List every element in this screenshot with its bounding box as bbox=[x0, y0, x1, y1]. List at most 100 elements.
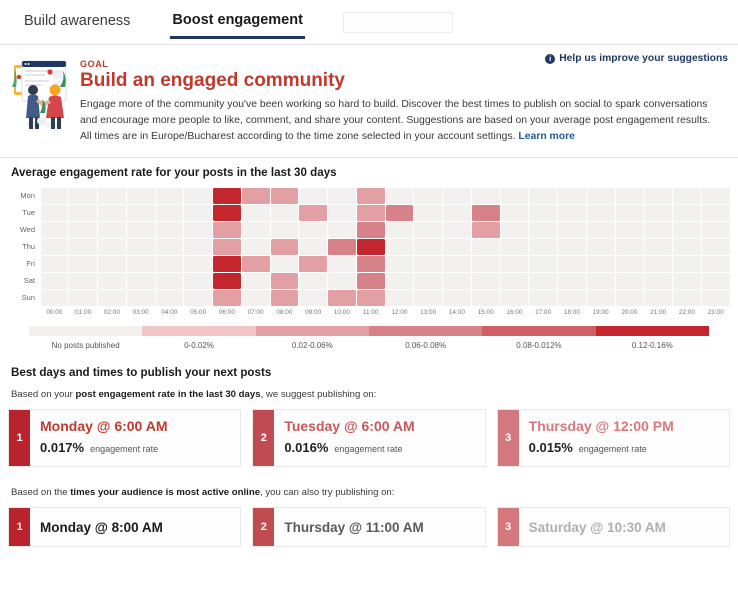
heatmap-cell[interactable] bbox=[586, 221, 615, 238]
heatmap-cell[interactable] bbox=[701, 187, 730, 204]
tab-boost-engagement[interactable]: Boost engagement bbox=[170, 6, 305, 39]
heatmap-cell[interactable] bbox=[558, 255, 586, 272]
heatmap-cell[interactable] bbox=[443, 255, 471, 272]
heatmap-cell[interactable] bbox=[385, 289, 414, 306]
heatmap-cell[interactable] bbox=[414, 272, 442, 289]
heatmap-cell[interactable] bbox=[586, 272, 615, 289]
heatmap-cell[interactable] bbox=[155, 255, 184, 272]
heatmap-cell[interactable] bbox=[500, 272, 529, 289]
heatmap-cell[interactable] bbox=[40, 204, 69, 221]
heatmap-cell[interactable] bbox=[615, 289, 644, 306]
heatmap-cell[interactable] bbox=[443, 204, 471, 221]
heatmap-cell[interactable] bbox=[299, 187, 327, 204]
heatmap-cell[interactable] bbox=[40, 289, 69, 306]
heatmap-cell[interactable] bbox=[529, 187, 557, 204]
heatmap-cell[interactable] bbox=[98, 187, 126, 204]
heatmap-cell[interactable] bbox=[500, 255, 529, 272]
heatmap-cell[interactable] bbox=[241, 204, 270, 221]
heatmap-cell[interactable] bbox=[385, 272, 414, 289]
heatmap-cell[interactable] bbox=[328, 238, 356, 255]
heatmap-cell[interactable] bbox=[98, 255, 126, 272]
heatmap-cell[interactable] bbox=[270, 204, 299, 221]
heatmap-cell[interactable] bbox=[558, 204, 586, 221]
heatmap-cell[interactable] bbox=[644, 238, 672, 255]
heatmap-cell[interactable] bbox=[98, 221, 126, 238]
heatmap-cell[interactable] bbox=[356, 289, 385, 306]
heatmap-cell[interactable] bbox=[644, 221, 672, 238]
heatmap-cell[interactable] bbox=[299, 238, 327, 255]
heatmap-cell[interactable] bbox=[701, 204, 730, 221]
heatmap-cell[interactable] bbox=[299, 289, 327, 306]
heatmap-cell[interactable] bbox=[69, 187, 97, 204]
heatmap-cell[interactable] bbox=[98, 238, 126, 255]
learn-more-link[interactable]: Learn more bbox=[518, 131, 575, 142]
heatmap-cell[interactable] bbox=[213, 221, 241, 238]
tab-placeholder[interactable] bbox=[342, 11, 453, 33]
heatmap-cell[interactable] bbox=[529, 221, 557, 238]
heatmap-cell[interactable] bbox=[443, 272, 471, 289]
heatmap-cell[interactable] bbox=[529, 289, 557, 306]
heatmap-cell[interactable] bbox=[213, 255, 241, 272]
heatmap-cell[interactable] bbox=[184, 221, 212, 238]
heatmap-cell[interactable] bbox=[673, 187, 701, 204]
heatmap-cell[interactable] bbox=[414, 238, 442, 255]
heatmap-cell[interactable] bbox=[644, 204, 672, 221]
heatmap-cell[interactable] bbox=[299, 272, 327, 289]
heatmap-cell[interactable] bbox=[40, 272, 69, 289]
heatmap-cell[interactable] bbox=[270, 221, 299, 238]
heatmap-cell[interactable] bbox=[356, 272, 385, 289]
heatmap-cell[interactable] bbox=[701, 238, 730, 255]
heatmap-cell[interactable] bbox=[529, 272, 557, 289]
heatmap-cell[interactable] bbox=[270, 272, 299, 289]
heatmap-cell[interactable] bbox=[299, 255, 327, 272]
heatmap-cell[interactable] bbox=[701, 255, 730, 272]
heatmap-cell[interactable] bbox=[471, 238, 500, 255]
heatmap-cell[interactable] bbox=[615, 255, 644, 272]
heatmap-cell[interactable] bbox=[40, 187, 69, 204]
tab-build-awareness[interactable]: Build awareness bbox=[22, 7, 132, 37]
heatmap-cell[interactable] bbox=[558, 187, 586, 204]
heatmap-cell[interactable] bbox=[40, 255, 69, 272]
heatmap-cell[interactable] bbox=[69, 238, 97, 255]
suggestion-card[interactable]: 1 Monday @ 8:00 AM bbox=[8, 507, 242, 548]
heatmap-cell[interactable] bbox=[213, 204, 241, 221]
heatmap-cell[interactable] bbox=[126, 272, 155, 289]
heatmap-cell[interactable] bbox=[615, 272, 644, 289]
heatmap-cell[interactable] bbox=[270, 289, 299, 306]
heatmap-cell[interactable] bbox=[98, 289, 126, 306]
heatmap-cell[interactable] bbox=[184, 187, 212, 204]
heatmap-cell[interactable] bbox=[241, 272, 270, 289]
heatmap-cell[interactable] bbox=[644, 187, 672, 204]
heatmap-cell[interactable] bbox=[558, 272, 586, 289]
heatmap-cell[interactable] bbox=[414, 204, 442, 221]
heatmap-cell[interactable] bbox=[155, 204, 184, 221]
heatmap-cell[interactable] bbox=[126, 238, 155, 255]
heatmap-cell[interactable] bbox=[558, 238, 586, 255]
heatmap-cell[interactable] bbox=[471, 289, 500, 306]
heatmap-cell[interactable] bbox=[126, 187, 155, 204]
heatmap-cell[interactable] bbox=[98, 204, 126, 221]
heatmap-cell[interactable] bbox=[98, 272, 126, 289]
heatmap-cell[interactable] bbox=[328, 255, 356, 272]
heatmap-cell[interactable] bbox=[385, 238, 414, 255]
heatmap-cell[interactable] bbox=[673, 289, 701, 306]
heatmap-cell[interactable] bbox=[471, 272, 500, 289]
heatmap-cell[interactable] bbox=[213, 289, 241, 306]
heatmap-cell[interactable] bbox=[270, 255, 299, 272]
heatmap-cell[interactable] bbox=[471, 204, 500, 221]
heatmap-cell[interactable] bbox=[270, 238, 299, 255]
heatmap-cell[interactable] bbox=[673, 272, 701, 289]
heatmap-cell[interactable] bbox=[213, 272, 241, 289]
heatmap-cell[interactable] bbox=[586, 255, 615, 272]
heatmap-cell[interactable] bbox=[126, 221, 155, 238]
heatmap-cell[interactable] bbox=[356, 255, 385, 272]
heatmap-cell[interactable] bbox=[615, 221, 644, 238]
heatmap-cell[interactable] bbox=[529, 204, 557, 221]
heatmap-cell[interactable] bbox=[500, 221, 529, 238]
heatmap-cell[interactable] bbox=[615, 204, 644, 221]
suggestion-card[interactable]: 1 Monday @ 6:00 AM 0.017% engagement rate bbox=[8, 409, 242, 468]
heatmap-cell[interactable] bbox=[443, 289, 471, 306]
heatmap-cell[interactable] bbox=[586, 204, 615, 221]
heatmap-cell[interactable] bbox=[155, 187, 184, 204]
heatmap-cell[interactable] bbox=[644, 289, 672, 306]
